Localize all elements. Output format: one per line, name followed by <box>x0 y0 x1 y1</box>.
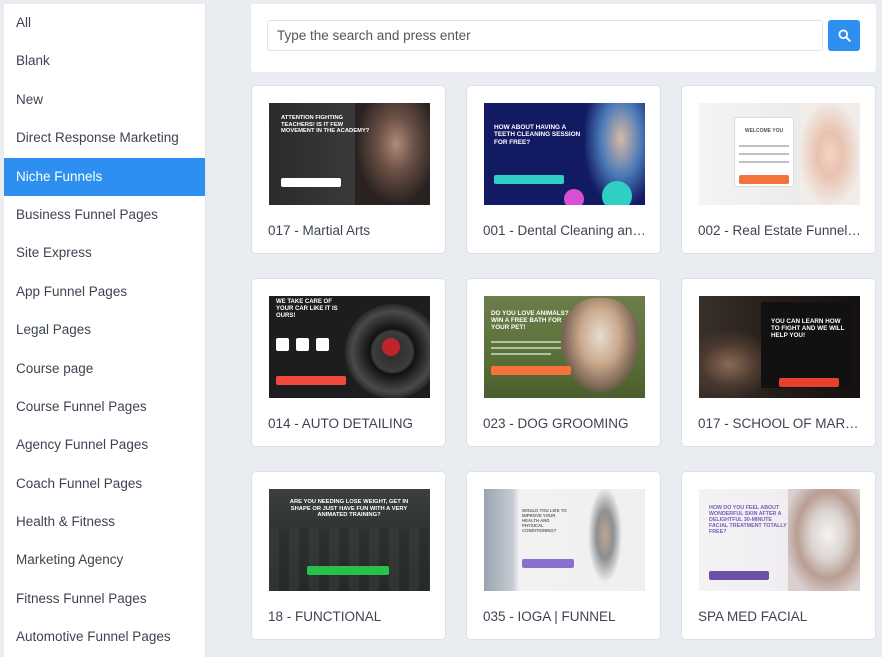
template-thumbnail: WELCOME YOU <box>699 103 860 205</box>
sidebar-item-automotive-funnel-pages[interactable]: Automotive Funnel Pages <box>4 618 205 656</box>
sidebar-item-agency-funnel-pages[interactable]: Agency Funnel Pages <box>4 426 205 464</box>
template-card[interactable]: HOW DO YOU FEEL ABOUT WONDERFUL SKIN AFT… <box>681 471 876 640</box>
template-thumbnail: DO YOU LOVE ANIMALS? WIN A FREE BATH FOR… <box>484 296 645 398</box>
sidebar-item-niche-funnels[interactable]: Niche Funnels <box>4 157 205 196</box>
template-title: 017 - Martial Arts <box>268 223 371 238</box>
search-input[interactable] <box>267 20 823 51</box>
sidebar-item-all[interactable]: All <box>4 4 205 42</box>
sidebar-item-legal-pages[interactable]: Legal Pages <box>4 311 205 349</box>
sidebar-item-course-funnel-pages[interactable]: Course Funnel Pages <box>4 388 205 426</box>
thumbnail-headline: ARE YOU NEEDING LOSE WEIGHT, GET IN SHAP… <box>289 499 409 519</box>
template-title: SPA MED FACIAL <box>698 609 808 624</box>
template-title: 001 - Dental Cleaning and ... <box>483 223 648 238</box>
sidebar-item-new[interactable]: New <box>4 81 205 119</box>
sidebar-item-direct-response-marketing[interactable]: Direct Response Marketing <box>4 119 205 157</box>
category-sidebar: All Blank New Direct Response Marketing … <box>4 4 206 657</box>
template-title: 002 - Real Estate Funnels - ... <box>698 223 863 238</box>
template-thumbnail: ATTENTION FIGHTING TEACHERS! IS IT FEW M… <box>269 103 430 205</box>
template-title: 017 - SCHOOL OF MARTI... <box>698 416 863 431</box>
sidebar-item-coach-funnel-pages[interactable]: Coach Funnel Pages <box>4 465 205 503</box>
template-thumbnail: HOW DO YOU FEEL ABOUT WONDERFUL SKIN AFT… <box>699 489 860 591</box>
search-button[interactable] <box>828 20 860 51</box>
sidebar-item-app-funnel-pages[interactable]: App Funnel Pages <box>4 273 205 311</box>
template-thumbnail: WE TAKE CARE OF YOUR CAR LIKE IT IS OURS… <box>269 296 430 398</box>
template-title: 18 - FUNCTIONAL <box>268 609 382 624</box>
thumbnail-headline: YOU CAN LEARN HOW TO FIGHT AND WE WILL H… <box>771 318 845 340</box>
sidebar-item-marketing-agency[interactable]: Marketing Agency <box>4 541 205 579</box>
thumbnail-headline: WOULD YOU LIKE TO IMPROVE YOUR HEALTH AN… <box>522 508 567 533</box>
sidebar-item-site-express[interactable]: Site Express <box>4 234 205 272</box>
template-thumbnail: YOU CAN LEARN HOW TO FIGHT AND WE WILL H… <box>699 296 860 398</box>
template-card[interactable]: ATTENTION FIGHTING TEACHERS! IS IT FEW M… <box>251 85 446 254</box>
template-card[interactable]: WELCOME YOU 002 - Real Estate Funnels - … <box>681 85 876 254</box>
template-thumbnail: WOULD YOU LIKE TO IMPROVE YOUR HEALTH AN… <box>484 489 645 591</box>
template-card[interactable]: YOU CAN LEARN HOW TO FIGHT AND WE WILL H… <box>681 278 876 447</box>
search-panel <box>251 4 876 72</box>
sidebar-item-fitness-funnel-pages[interactable]: Fitness Funnel Pages <box>4 580 205 618</box>
template-card[interactable]: WOULD YOU LIKE TO IMPROVE YOUR HEALTH AN… <box>466 471 661 640</box>
template-card[interactable]: WE TAKE CARE OF YOUR CAR LIKE IT IS OURS… <box>251 278 446 447</box>
thumbnail-headline: HOW ABOUT HAVING A TEETH CLEANING SESSIO… <box>494 124 581 146</box>
thumbnail-headline: WELCOME YOU <box>744 128 784 134</box>
template-title: 023 - DOG GROOMING <box>483 416 629 431</box>
template-thumbnail: ARE YOU NEEDING LOSE WEIGHT, GET IN SHAP… <box>269 489 430 591</box>
template-card[interactable]: DO YOU LOVE ANIMALS? WIN A FREE BATH FOR… <box>466 278 661 447</box>
sidebar-item-course-page[interactable]: Course page <box>4 350 205 388</box>
template-card[interactable]: ARE YOU NEEDING LOSE WEIGHT, GET IN SHAP… <box>251 471 446 640</box>
template-title: 014 - AUTO DETAILING <box>268 416 414 431</box>
sidebar-item-blank[interactable]: Blank <box>4 42 205 80</box>
thumbnail-headline: HOW DO YOU FEEL ABOUT WONDERFUL SKIN AFT… <box>709 505 787 536</box>
sidebar-item-health-fitness[interactable]: Health & Fitness <box>4 503 205 541</box>
template-title: 035 - IOGA | FUNNEL <box>483 609 616 624</box>
sidebar-item-business-funnel-pages[interactable]: Business Funnel Pages <box>4 196 205 234</box>
search-icon <box>837 29 851 42</box>
thumbnail-headline: WE TAKE CARE OF YOUR CAR LIKE IT IS OURS… <box>276 299 338 319</box>
thumbnail-headline: DO YOU LOVE ANIMALS? WIN A FREE BATH FOR… <box>491 310 569 332</box>
thumbnail-headline: ATTENTION FIGHTING TEACHERS! IS IT FEW M… <box>281 115 370 135</box>
template-card[interactable]: HOW ABOUT HAVING A TEETH CLEANING SESSIO… <box>466 85 661 254</box>
template-thumbnail: HOW ABOUT HAVING A TEETH CLEANING SESSIO… <box>484 103 645 205</box>
